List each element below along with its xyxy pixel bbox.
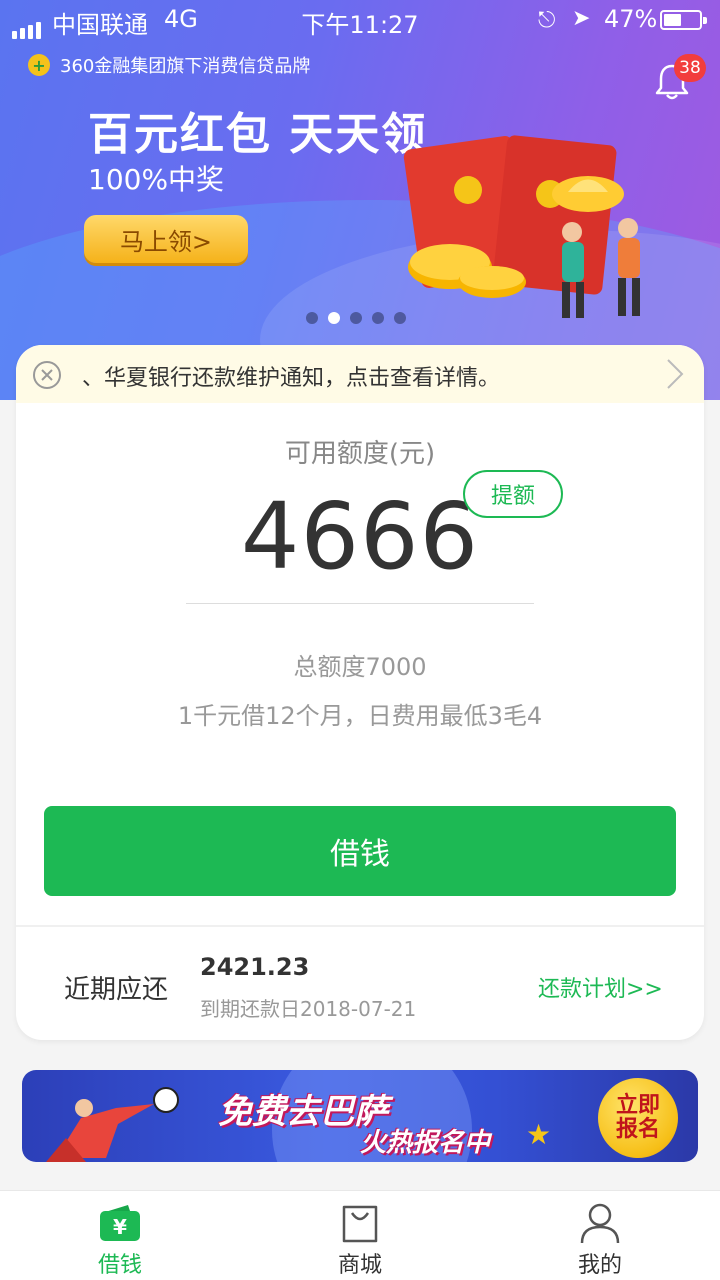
raise-limit-button[interactable]: 提额 <box>463 470 563 518</box>
chevron-right-icon <box>667 359 684 389</box>
shopping-bag-icon <box>342 1205 378 1243</box>
carousel-dot <box>350 312 362 324</box>
credit-card-panel: 、华夏银行还款维护通知，点击查看详情。 可用额度(元) 4666 提额 总额度7… <box>16 345 704 1040</box>
repayment-label: 近期应还 <box>64 975 169 1005</box>
notice-bar[interactable]: 、华夏银行还款维护通知，点击查看详情。 <box>16 345 704 403</box>
tab-borrow[interactable]: ¥ 借钱 <box>0 1191 240 1280</box>
borrow-button[interactable]: 借钱 <box>44 806 676 896</box>
tab-label: 我的 <box>577 1253 622 1278</box>
brand-row: + 360金融集团旗下消费信贷品牌 <box>28 52 310 78</box>
status-bar: 中国联通 4G 下午11:27 ⎋ ➤ 47% <box>0 0 720 40</box>
claim-button[interactable]: 马上领> <box>84 215 248 263</box>
divider <box>186 603 534 604</box>
brand-text: 360金融集团旗下消费信贷品牌 <box>60 56 311 77</box>
available-credit-amount: 4666 <box>240 483 480 590</box>
brand-logo-icon: + <box>28 54 50 76</box>
repayment-due-date: 到期还款日2018-07-21 <box>200 997 417 1021</box>
trophy-icon: ★ <box>526 1118 552 1151</box>
battery-icon <box>660 10 707 30</box>
carousel-dot <box>306 312 318 324</box>
notice-text: 、华夏银行还款维护通知，点击查看详情。 <box>82 366 501 391</box>
carousel-dot <box>394 312 406 324</box>
goalkeeper-illustration <box>46 1087 179 1162</box>
red-envelope-illustration <box>403 135 640 318</box>
tab-label: 借钱 <box>97 1253 142 1278</box>
hero-banner[interactable]: 中国联通 4G 下午11:27 ⎋ ➤ 47% + 360金融集团旗下消费信贷品… <box>0 0 720 400</box>
notification-bell[interactable]: 38 <box>652 54 706 102</box>
notification-badge: 38 <box>674 54 706 82</box>
tab-profile[interactable]: 我的 <box>480 1191 720 1280</box>
hero-title: 百元红包 天天领 <box>88 109 428 160</box>
signup-button[interactable]: 立即报名 <box>598 1078 678 1158</box>
user-icon <box>580 1203 620 1244</box>
battery-percent: 47% <box>604 5 658 33</box>
svg-text:¥: ¥ <box>113 1215 127 1239</box>
carousel-dots <box>306 312 406 324</box>
carousel-dot <box>372 312 384 324</box>
total-credit: 总额度7000 <box>293 653 427 681</box>
tab-bar: ¥ 借钱 商城 我的 <box>0 1190 720 1280</box>
promo-banner[interactable]: 免费去巴萨 火热报名中 ★ 立即报名 <box>22 1070 698 1162</box>
repayment-plan-link[interactable]: 还款计划>> <box>538 971 663 1003</box>
tab-mall[interactable]: 商城 <box>240 1191 480 1280</box>
available-credit-label: 可用额度(元) <box>284 439 436 469</box>
wallet-icon: ¥ <box>100 1205 140 1241</box>
divider <box>16 925 704 927</box>
promo-subtitle: 火热报名中 <box>360 1128 491 1158</box>
location-arrow-icon: ➤ <box>572 6 591 31</box>
rate-promo-text: 1千元借12个月，日费用最低3毛4 <box>177 702 543 730</box>
tab-label: 商城 <box>337 1253 382 1278</box>
close-icon[interactable] <box>32 360 62 390</box>
signup-label: 立即报名 <box>615 1093 660 1142</box>
repayment-amount: 2421.23 <box>200 953 310 981</box>
carousel-dot-active <box>328 312 340 324</box>
hero-subtitle: 100%中奖 <box>88 163 225 196</box>
rotation-lock-icon: ⎋ <box>538 8 556 33</box>
